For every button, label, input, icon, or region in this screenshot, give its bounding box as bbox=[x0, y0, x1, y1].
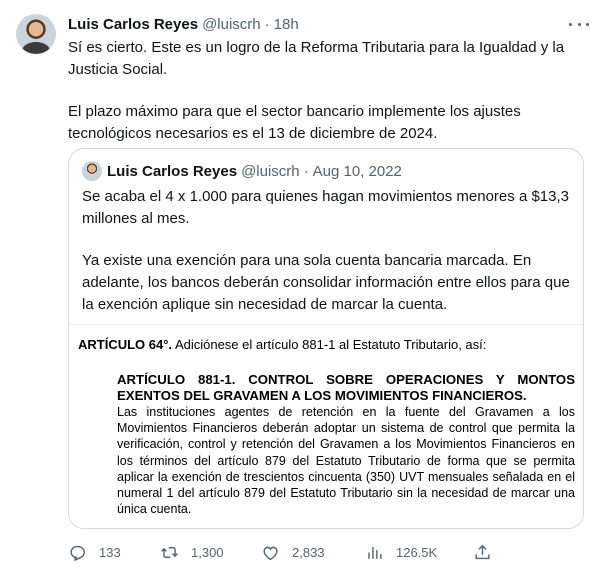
tweet-header: Luis Carlos Reyes @luiscrh · 18h bbox=[68, 14, 299, 34]
tweet-paragraph: Sí es cierto. Este es un logro de la Ref… bbox=[68, 39, 565, 78]
quote-paragraph: Se acaba el 4 x 1.000 para quienes hagan… bbox=[82, 188, 569, 227]
article-intro: Adiciónese el artículo 881-1 al Estatuto… bbox=[172, 337, 487, 352]
tweet: Luis Carlos Reyes @luiscrh · 18h Sí es c… bbox=[0, 0, 609, 579]
separator: · bbox=[303, 162, 309, 180]
separator: · bbox=[264, 15, 270, 33]
retweet-button[interactable]: 1,300 bbox=[160, 541, 224, 563]
heart-icon bbox=[263, 546, 278, 560]
reply-icon bbox=[70, 545, 85, 561]
retweet-count: 1,300 bbox=[191, 544, 224, 560]
views-button[interactable]: 126.5K bbox=[365, 541, 437, 563]
share-button[interactable] bbox=[473, 541, 492, 563]
action-bar: 133 1,300 2,833 126.5K bbox=[68, 541, 508, 565]
sub-article-title: ARTÍCULO 881-1. CONTROL SOBRE OPERACIONE… bbox=[117, 372, 575, 403]
views-icon bbox=[368, 546, 382, 559]
quoted-tweet[interactable]: Luis Carlos Reyes @luiscrh · Aug 10, 202… bbox=[68, 148, 584, 529]
quote-text: Se acaba el 4 x 1.000 para quienes hagan… bbox=[82, 186, 572, 316]
sub-article-body: Las instituciones agentes de retención e… bbox=[117, 405, 575, 517]
like-button[interactable]: 2,833 bbox=[261, 541, 325, 563]
author-name[interactable]: Luis Carlos Reyes bbox=[68, 16, 198, 33]
tweet-paragraph: El plazo máximo para que el sector banca… bbox=[68, 103, 521, 142]
quote-avatar bbox=[82, 161, 102, 181]
timestamp[interactable]: 18h bbox=[274, 16, 299, 33]
quote-paragraph: Ya existe una exención para una sola cue… bbox=[82, 252, 570, 313]
views-count: 126.5K bbox=[396, 544, 438, 560]
author-handle[interactable]: @luiscrh bbox=[202, 16, 261, 33]
quote-date: Aug 10, 2022 bbox=[312, 162, 402, 180]
tweet-text: Sí es cierto. Este es un logro de la Ref… bbox=[68, 37, 588, 145]
share-icon bbox=[475, 544, 490, 559]
like-count: 2,833 bbox=[292, 544, 325, 560]
quote-author-handle: @luiscrh bbox=[241, 162, 300, 180]
article-heading: ARTÍCULO 64°. Adiciónese el artículo 881… bbox=[78, 337, 486, 352]
more-icon[interactable] bbox=[569, 16, 589, 32]
reply-button[interactable]: 133 bbox=[68, 541, 121, 563]
document-image[interactable]: ARTÍCULO 64°. Adiciónese el artículo 881… bbox=[69, 324, 583, 528]
reply-count: 133 bbox=[99, 544, 121, 560]
article-label: ARTÍCULO 64°. bbox=[78, 337, 173, 352]
retweet-icon bbox=[161, 546, 178, 558]
quote-header: Luis Carlos Reyes @luiscrh · Aug 10, 202… bbox=[107, 161, 402, 181]
avatar[interactable] bbox=[16, 14, 56, 54]
quote-author-name: Luis Carlos Reyes bbox=[107, 162, 238, 180]
